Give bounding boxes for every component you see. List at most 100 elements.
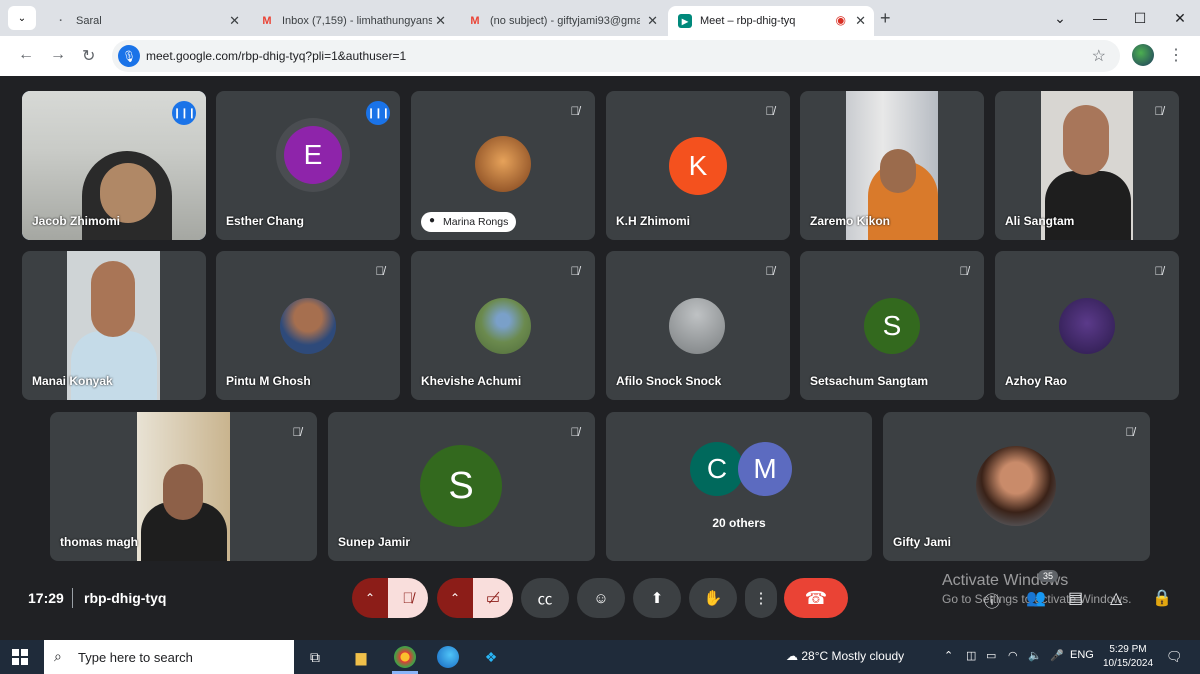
volume-icon[interactable]: 🔈 [1028, 649, 1042, 662]
participant-tile[interactable]: K 🎙̸ K.H Zhimomi [606, 91, 790, 240]
activities-icon[interactable]: △ [1110, 588, 1122, 608]
tab-search-button[interactable]: ⌄ [8, 6, 36, 30]
participant-tile[interactable]: 🎙̸ Marina Rongs [411, 91, 595, 240]
participant-name: Gifty Jami [893, 535, 952, 549]
file-explorer-icon[interactable]: ▆ [350, 646, 372, 668]
more-options-button[interactable]: ⋮ [745, 578, 777, 618]
participant-name: Azhoy Rao [1005, 374, 1068, 388]
new-tab-button[interactable]: + [880, 8, 891, 29]
microphone-tray-icon[interactable]: 🎤 [1050, 649, 1064, 662]
camera-off-icon: ▭̸ [485, 590, 501, 607]
participant-tile[interactable]: 🎙̸ Khevishe Achumi [411, 251, 595, 400]
speaking-indicator-icon: ❙❙❙ [366, 101, 390, 125]
tab-meet[interactable]: ▶ Meet – rbp-dhig-tyq ◉ ✕ [668, 6, 874, 36]
tab-no-subject[interactable]: M (no subject) - giftyjami93@gma ✕ [458, 6, 666, 36]
tab-list-icon[interactable]: ⌄ [1040, 0, 1080, 36]
meeting-info-icon[interactable]: ⓘ [984, 588, 1000, 612]
address-bar[interactable]: 🎙 meet.google.com/rbp-dhig-tyq?pli=1&aut… [112, 40, 1120, 72]
tab-inbox[interactable]: M Inbox (7,159) - limhathungyans ✕ [250, 6, 454, 36]
raise-hand-button[interactable]: ✋ [689, 578, 737, 618]
browser-tab-strip: ⌄ · Saral ✕ M Inbox (7,159) - limhathung… [0, 0, 1200, 36]
participant-tile[interactable]: 🎙̸ Pintu M Ghosh [216, 251, 400, 400]
audio-options-button[interactable]: ⌃ [352, 578, 388, 618]
participant-tile[interactable]: 🎙̸ Ali Sangtam [995, 91, 1179, 240]
weather-text: 28°C Mostly cloudy [801, 649, 905, 663]
forward-button[interactable]: → [50, 46, 66, 64]
video-options-button[interactable]: ⌃ [437, 578, 473, 618]
gmail-icon: M [262, 15, 272, 27]
minimize-button[interactable]: — [1080, 0, 1120, 36]
others-tile[interactable]: C M 20 others [606, 412, 872, 561]
bookmark-star-icon[interactable]: ☆ [1092, 46, 1106, 66]
chrome-icon[interactable] [394, 646, 416, 668]
participant-tile[interactable]: S 🎙̸ Setsachum Sangtam [800, 251, 984, 400]
reactions-button[interactable]: ☺ [577, 578, 625, 618]
people-count-badge: 35 [1038, 570, 1059, 582]
participant-tile[interactable]: ❙❙❙ Jacob Zhimomi [22, 91, 206, 240]
notifications-icon[interactable]: 🗨 [1166, 649, 1183, 665]
taskbar-clock[interactable]: 5:29 PM 10/15/2024 [1100, 643, 1156, 671]
meet-tray-icon[interactable]: ◫ [966, 649, 976, 662]
mic-off-icon: 🎙̸ [1154, 264, 1164, 278]
close-icon[interactable]: ✕ [647, 13, 658, 29]
microphone-toggle-button[interactable]: 🎙̸ [388, 578, 428, 618]
mic-off-icon: 🎙̸ [765, 264, 775, 278]
maximize-button[interactable]: ☐ [1120, 0, 1160, 36]
reload-button[interactable]: ↻ [82, 46, 95, 66]
participant-tile[interactable]: E ❙❙❙ Esther Chang [216, 91, 400, 240]
captions-button[interactable]: ㏄ [521, 578, 569, 618]
tab-saral[interactable]: · Saral ✕ [44, 6, 248, 36]
divider [72, 588, 73, 608]
browser-menu-icon[interactable]: ⋮ [1168, 45, 1184, 65]
app-icon[interactable]: ❖ [480, 646, 502, 668]
avatar: E [284, 126, 342, 184]
camera-toggle-button[interactable]: ▭̸ [473, 578, 513, 618]
participant-tile[interactable]: S 🎙̸ Sunep Jamir [328, 412, 595, 561]
participant-tile[interactable]: Manai Konyak [22, 251, 206, 400]
weather-widget[interactable]: ☁ 28°C Mostly cloudy [786, 649, 904, 663]
participant-name: Manai Konyak [32, 374, 113, 388]
task-view-icon[interactable]: ⧉ [304, 646, 326, 668]
host-controls-icon[interactable]: 🔒 [1152, 588, 1172, 608]
close-icon[interactable]: ✕ [855, 13, 866, 29]
network-icon[interactable]: ◠ [1008, 649, 1018, 662]
url-text[interactable]: meet.google.com/rbp-dhig-tyq?pli=1&authu… [146, 49, 406, 63]
browser-toolbar: ← → ↻ 🎙 meet.google.com/rbp-dhig-tyq?pli… [0, 36, 1200, 76]
globe-icon: · [59, 15, 63, 27]
show-hidden-icons[interactable]: ⌃ [944, 649, 953, 662]
speaking-indicator-icon: ❙❙❙ [172, 101, 196, 125]
taskbar-search-box[interactable]: ⌕ Type here to search [44, 640, 294, 674]
site-info-icon[interactable]: 🎙 [118, 45, 140, 67]
participant-name: Jacob Zhimomi [32, 214, 121, 228]
back-button[interactable]: ← [18, 46, 34, 64]
recording-icon: ◉ [835, 13, 846, 27]
windows-taskbar: ⌕ Type here to search ⧉ ▆ ❖ ☁ 28°C Mostl… [0, 640, 1200, 674]
input-language[interactable]: ENG [1070, 649, 1094, 661]
participant-tile[interactable]: Zaremo Kikon [800, 91, 984, 240]
avatar: S [420, 445, 502, 527]
mic-off-icon: 🎙̸ [375, 264, 385, 278]
close-icon[interactable]: ✕ [435, 13, 446, 29]
participant-tile[interactable]: 🎙̸ thomas magh [50, 412, 317, 561]
participant-name: K.H Zhimomi [616, 214, 690, 228]
hand-icon: ✋ [703, 590, 723, 607]
avatar: S [864, 298, 920, 354]
participant-tile[interactable]: 🎙̸ Afilo Snock Snock [606, 251, 790, 400]
close-icon[interactable]: ✕ [229, 13, 240, 29]
windows-start-button[interactable] [12, 649, 28, 665]
captions-icon: ㏄ [537, 590, 553, 608]
emoji-icon: ☺ [593, 589, 609, 607]
participant-name: Pintu M Ghosh [226, 374, 311, 388]
people-icon[interactable]: 👥 [1026, 588, 1046, 608]
close-window-button[interactable]: ✕ [1160, 0, 1200, 36]
participant-tile[interactable]: 🎙̸ Gifty Jami [883, 412, 1150, 561]
profile-avatar[interactable] [1132, 44, 1154, 66]
edge-icon[interactable] [437, 646, 459, 668]
chat-icon[interactable]: ▤ [1068, 588, 1083, 608]
battery-icon[interactable]: ▭ [986, 649, 996, 662]
avatar: C [690, 442, 744, 496]
participant-tile[interactable]: 🎙̸ Azhoy Rao [995, 251, 1179, 400]
present-screen-button[interactable]: ⬆ [633, 578, 681, 618]
leave-call-button[interactable]: ☎ [784, 578, 848, 618]
video-feed [137, 412, 230, 561]
